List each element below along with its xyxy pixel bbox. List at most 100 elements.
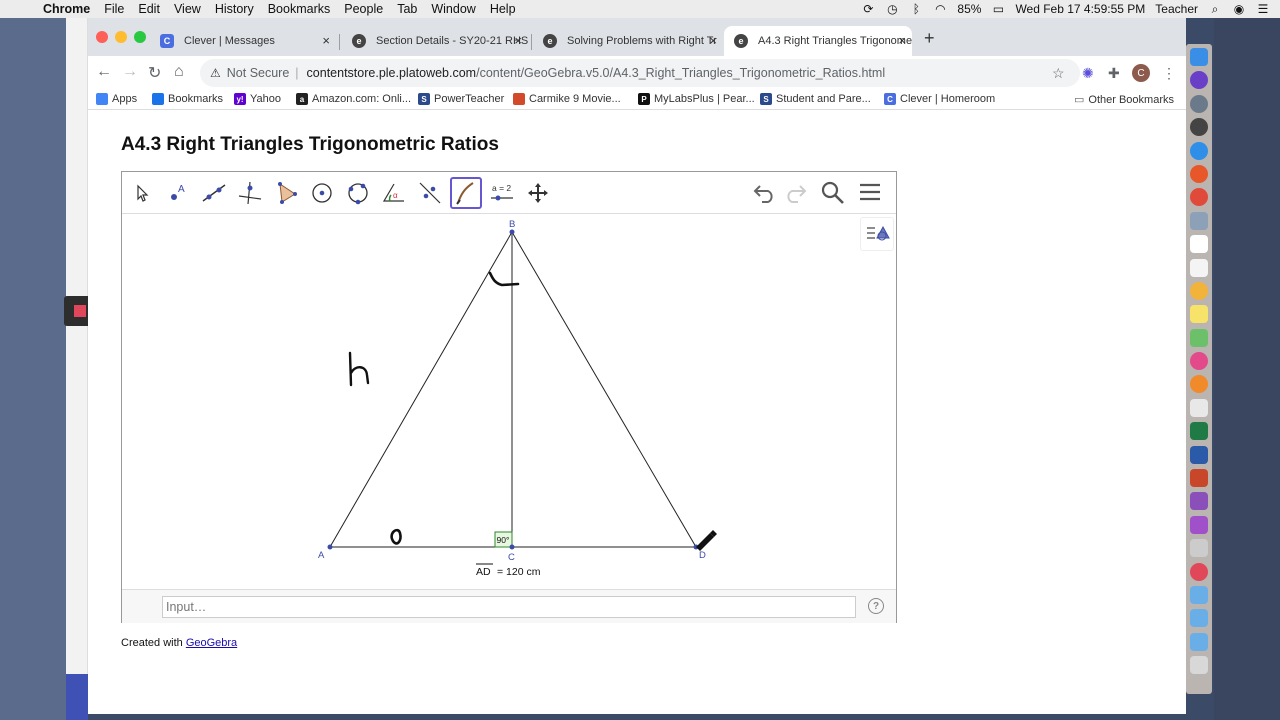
close-tab-icon[interactable]: × (514, 33, 522, 48)
address-bar[interactable]: ⚠ Not Secure | contentstore.ple.platoweb… (200, 59, 1080, 87)
bookmark-yahoo[interactable]: y! Yahoo (234, 93, 281, 105)
help-icon[interactable]: ? (868, 598, 884, 614)
app-icon-red-swirl[interactable] (1190, 562, 1208, 581)
photos-icon[interactable] (1190, 281, 1208, 300)
user-name[interactable]: Teacher (1155, 2, 1198, 16)
close-tab-icon[interactable]: × (322, 33, 330, 48)
excel-icon[interactable] (1190, 422, 1208, 441)
redo-icon[interactable] (782, 180, 808, 209)
siri-app-icon[interactable] (1190, 71, 1208, 90)
bookmark-clever-homeroom[interactable]: C Clever | Homeroom (884, 93, 995, 105)
geogebra-link[interactable]: GeoGebra (186, 637, 237, 649)
bookmark-carmike[interactable]: Carmike 9 Movie... (513, 93, 621, 105)
safari-icon[interactable] (1190, 141, 1208, 160)
security-label[interactable]: Not Secure (227, 66, 290, 80)
close-window-button[interactable] (96, 31, 108, 43)
slider-tool-button[interactable]: a = 2 (486, 177, 518, 209)
app-icon-purple[interactable] (1190, 492, 1208, 511)
menu-view[interactable]: View (167, 2, 208, 16)
sync-icon[interactable]: ⟳ (861, 2, 875, 16)
word-icon[interactable] (1190, 445, 1208, 464)
bookmark-bookmarks[interactable]: Bookmarks (152, 93, 223, 105)
datetime[interactable]: Wed Feb 17 4:59:55 PM (1015, 2, 1145, 16)
launchpad-icon[interactable] (1190, 94, 1208, 113)
menu-tab[interactable]: Tab (390, 2, 424, 16)
app-icon-violet[interactable] (1190, 515, 1208, 534)
system-prefs-icon[interactable] (1190, 118, 1208, 137)
calendar-icon[interactable] (1190, 235, 1208, 254)
notification-center-icon[interactable]: ☰ (1256, 2, 1270, 16)
preview-icon[interactable] (1190, 211, 1208, 230)
bookmark-powerteacher[interactable]: S PowerTeacher (418, 93, 504, 105)
tab-section-details[interactable]: e Section Details - SY20-21 RHS × (342, 26, 528, 56)
tab-solving-problems[interactable]: e Solving Problems with Right Tr × (533, 26, 723, 56)
reflect-tool-button[interactable] (414, 177, 446, 209)
new-tab-icon[interactable]: + (924, 28, 935, 49)
menu-window[interactable]: Window (424, 2, 482, 16)
tab-a43-right-triangles[interactable]: e A4.3 Right Triangles Trigonome × (724, 26, 912, 56)
forward-icon[interactable]: → (122, 63, 138, 81)
close-tab-icon[interactable]: × (898, 33, 906, 48)
powerpoint-icon[interactable] (1190, 469, 1208, 488)
back-icon[interactable]: ← (96, 63, 112, 81)
bookmark-star-icon[interactable]: ☆ (1052, 65, 1065, 82)
polygon-tool-button[interactable] (270, 177, 302, 209)
folder-icon-2[interactable] (1190, 632, 1208, 651)
pen-tool-button[interactable] (450, 177, 482, 209)
downloads-folder-icon[interactable] (1190, 609, 1208, 628)
circle-tool-button[interactable] (306, 177, 338, 209)
hamburger-menu-icon[interactable] (858, 180, 882, 209)
chrome-icon[interactable] (1190, 188, 1208, 207)
bookmark-mylabsplus[interactable]: P MyLabsPlus | Pear... (638, 93, 755, 105)
menu-people[interactable]: People (337, 2, 390, 16)
search-icon[interactable] (820, 180, 846, 211)
app-menu[interactable]: Chrome (36, 2, 97, 16)
circle-three-points-tool-button[interactable] (342, 177, 374, 209)
minimize-window-button[interactable] (115, 31, 127, 43)
notes-icon[interactable] (1190, 258, 1208, 277)
warning-icon[interactable]: ⚠ (210, 66, 221, 80)
move-graphics-tool-button[interactable] (522, 177, 554, 209)
bluetooth-icon[interactable]: ᛒ (909, 2, 923, 16)
bookmark-amazon[interactable]: a Amazon.com: Onli... (296, 93, 411, 105)
bookmark-student-parent[interactable]: S Student and Pare... (760, 93, 871, 105)
undo-icon[interactable] (752, 180, 778, 209)
line-tool-button[interactable] (198, 177, 230, 209)
textedit-icon[interactable] (1190, 398, 1208, 417)
wifi-icon[interactable]: ◠ (933, 2, 947, 16)
algebra-input[interactable]: Input… (162, 596, 856, 618)
itunes-icon[interactable] (1190, 352, 1208, 371)
menu-kebab-icon[interactable]: ⋮ (1162, 65, 1176, 82)
battery-icon[interactable]: ▭ (991, 2, 1005, 16)
move-tool-button[interactable] (126, 177, 158, 209)
graphics-view[interactable]: 90° A B C D AD = 120 cm (122, 215, 896, 589)
folder-icon[interactable] (1190, 585, 1208, 604)
extensions-puzzle-icon[interactable]: ✚ (1108, 65, 1120, 82)
spotlight-search-icon[interactable]: ⌕ (1208, 2, 1222, 16)
trash-icon[interactable] (1190, 656, 1208, 675)
stickies-icon[interactable] (1190, 305, 1208, 324)
firefox-icon[interactable] (1190, 164, 1208, 183)
menu-edit[interactable]: Edit (131, 2, 167, 16)
profile-avatar[interactable]: C (1132, 64, 1150, 82)
finder-icon[interactable] (1190, 48, 1208, 66)
menu-help[interactable]: Help (483, 2, 523, 16)
close-tab-icon[interactable]: × (709, 33, 717, 48)
other-bookmarks[interactable]: ▭ Other Bookmarks (1074, 93, 1174, 107)
point-tool-button[interactable]: A (162, 177, 194, 209)
perpendicular-line-tool-button[interactable] (234, 177, 266, 209)
zoom-window-button[interactable] (134, 31, 146, 43)
time-machine-icon[interactable]: ◷ (885, 2, 899, 16)
menu-bookmarks[interactable]: Bookmarks (261, 2, 338, 16)
maps-icon[interactable] (1190, 328, 1208, 347)
menu-file[interactable]: File (97, 2, 131, 16)
menu-history[interactable]: History (208, 2, 261, 16)
bookmark-apps[interactable]: Apps (96, 93, 137, 105)
angle-tool-button[interactable]: α (378, 177, 410, 209)
books-icon[interactable] (1190, 375, 1208, 394)
home-icon[interactable]: ⌂ (174, 63, 184, 81)
app-icon-tools[interactable] (1190, 539, 1208, 558)
extension-icon[interactable]: ✺ (1082, 65, 1094, 82)
tab-clever-messages[interactable]: C Clever | Messages × (150, 26, 336, 56)
siri-icon[interactable]: ◉ (1232, 2, 1246, 16)
